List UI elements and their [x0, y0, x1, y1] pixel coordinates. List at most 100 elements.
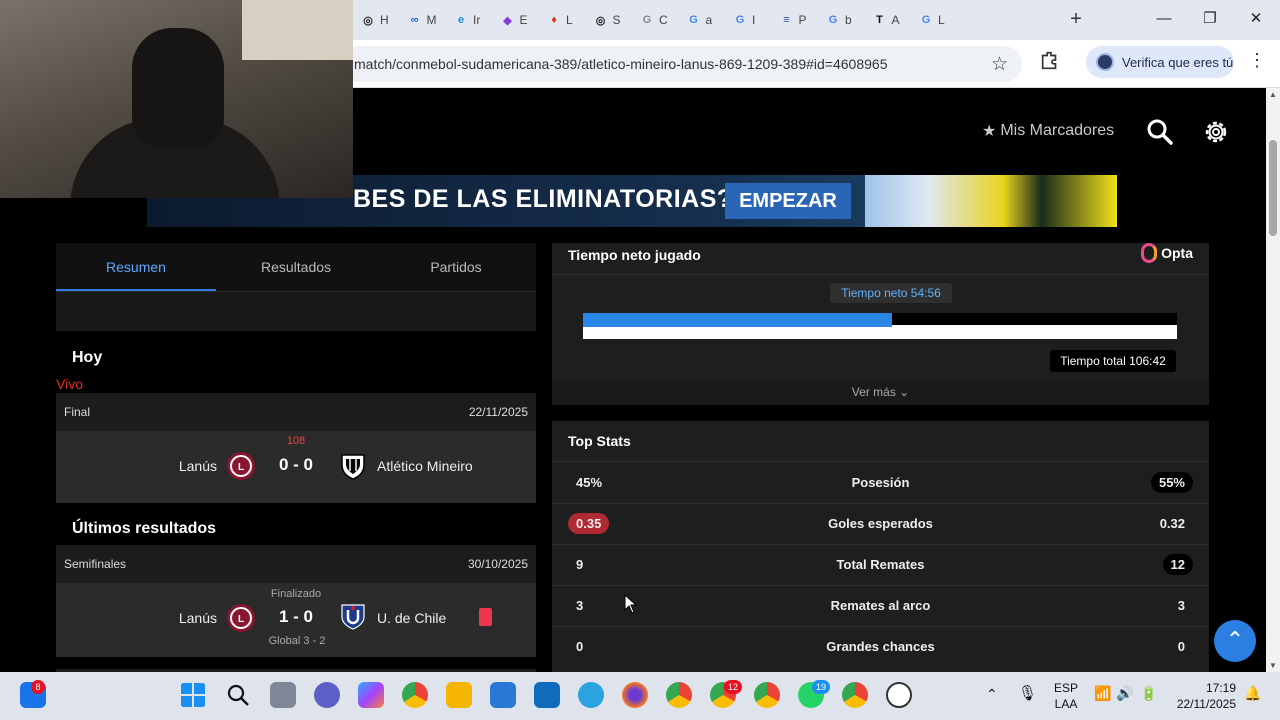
- stat-away-value: 3: [1177, 598, 1185, 613]
- tab-partidos[interactable]: Partidos: [376, 243, 536, 291]
- chrome-profile-3-icon[interactable]: [754, 682, 780, 708]
- browser-tab[interactable]: GI: [732, 8, 772, 32]
- today-match-header: Final 22/11/2025: [56, 393, 536, 431]
- browser-tab[interactable]: ♦ L: [546, 8, 586, 32]
- tab-resumen[interactable]: Resumen: [56, 243, 216, 291]
- chrome-badge: 12: [724, 680, 742, 694]
- obs-icon[interactable]: [886, 682, 912, 708]
- scroll-to-top-button[interactable]: ⌃: [1214, 620, 1256, 662]
- extensions-icon[interactable]: [1038, 50, 1062, 74]
- tab-label: P: [798, 13, 807, 27]
- store-icon[interactable]: [490, 682, 516, 708]
- mis-marcadores-link[interactable]: ★ Mis Marcadores: [982, 121, 1114, 141]
- tab-resultados[interactable]: Resultados: [216, 243, 376, 291]
- match-date: 22/11/2025: [468, 405, 528, 419]
- away-team-name: Atlético Mineiro: [377, 458, 473, 474]
- screen: ◎ H ∞ Me Ir ◆ E ♦ L ◎ S G C Ga G I ≡ P Gb T A G L + — ❐ ✕ matc…: [0, 0, 1280, 720]
- new-tab-button[interactable]: +: [1066, 8, 1086, 32]
- teams-icon[interactable]: [314, 682, 340, 708]
- u-de-chile-crest-icon: [341, 604, 365, 630]
- tray-chevron-icon[interactable]: ⌃: [986, 686, 998, 703]
- tab-favicon-icon: ◎: [595, 14, 606, 27]
- webcam-person-head: [132, 28, 224, 148]
- global-score: Global 3 - 2: [268, 635, 326, 647]
- browser-tab[interactable]: e Ir: [453, 8, 493, 32]
- clock-date: 22/11/2025: [1176, 697, 1236, 711]
- browser-tab[interactable]: Gb: [825, 8, 865, 32]
- file-explorer-icon[interactable]: [446, 682, 472, 708]
- mis-marcadores-label: Mis Marcadores: [1000, 122, 1115, 139]
- opta-label: Opta: [1161, 245, 1193, 261]
- bookmark-star-icon[interactable]: ☆: [991, 53, 1008, 76]
- gear-icon[interactable]: [1202, 118, 1230, 146]
- profile-verify-button[interactable]: Verifica que eres tú: [1086, 46, 1234, 78]
- stage-label: Final: [64, 405, 91, 419]
- browser-tab[interactable]: ◎ H: [360, 8, 400, 32]
- notification-bell-icon[interactable]: 🔔: [1244, 685, 1261, 702]
- outlook-icon[interactable]: [534, 682, 560, 708]
- home-team-name: Lanús: [178, 610, 217, 626]
- maximize-button[interactable]: ❐: [1192, 6, 1228, 32]
- tab-label: E: [519, 13, 528, 27]
- tab-label: b: [845, 13, 852, 27]
- browser-tab[interactable]: ◆ E: [500, 8, 540, 32]
- wifi-icon[interactable]: 📶: [1094, 685, 1111, 702]
- scroll-thumb[interactable]: [1269, 140, 1277, 236]
- volume-icon[interactable]: 🔊: [1116, 685, 1133, 702]
- search-taskbar-icon[interactable]: [225, 682, 251, 708]
- battery-icon[interactable]: 🔋: [1140, 685, 1157, 702]
- chrome-icon[interactable]: [402, 682, 428, 708]
- last-match-row[interactable]: Finalizado Lanús L 1 - 0 U. de Chile Glo…: [56, 583, 536, 657]
- banner-cta-button[interactable]: EMPEZAR: [725, 183, 851, 219]
- clock[interactable]: 17:19 22/11/2025: [1172, 680, 1236, 712]
- firefox-icon[interactable]: [622, 682, 648, 708]
- divider: [552, 274, 1209, 275]
- banner-players-image: [865, 175, 1117, 227]
- tab-favicon-icon: G: [735, 14, 745, 26]
- atletico-mineiro-crest-icon: [341, 454, 365, 480]
- task-view-icon[interactable]: [270, 682, 296, 708]
- net-time-title: Tiempo neto jugado: [568, 247, 701, 263]
- page-scrollbar[interactable]: ▲ ▼: [1266, 88, 1280, 672]
- telegram-icon[interactable]: [578, 682, 604, 708]
- browser-tab[interactable]: Ga: [686, 8, 726, 32]
- ver-mas-button[interactable]: Ver más ⌄: [552, 380, 1209, 405]
- browser-tab[interactable]: ∞ M: [407, 8, 447, 32]
- close-window-button[interactable]: ✕: [1238, 6, 1274, 32]
- browser-tab[interactable]: GC: [639, 8, 679, 32]
- tab-label: L: [938, 13, 945, 27]
- browser-menu-icon[interactable]: ⋮: [1248, 50, 1266, 71]
- scroll-down-arrow[interactable]: ▼: [1268, 661, 1278, 670]
- away-team-name: U. de Chile: [377, 610, 447, 626]
- verify-label: Verifica que eres tú: [1122, 54, 1234, 70]
- tab-label: Ir: [473, 13, 481, 27]
- stat-row: 3 Remates al arco 3: [552, 585, 1209, 626]
- tab-favicon-icon: T: [876, 14, 883, 26]
- copilot-icon[interactable]: [358, 682, 384, 708]
- scroll-up-arrow[interactable]: ▲: [1268, 90, 1278, 99]
- stat-label: Grandes chances: [826, 639, 935, 654]
- minimize-button[interactable]: —: [1146, 6, 1182, 32]
- chrome-profile-1-icon[interactable]: [666, 682, 692, 708]
- tab-favicon-icon: G: [689, 14, 698, 26]
- browser-tab[interactable]: TA: [872, 8, 912, 32]
- windows-taskbar: 8 12 19 ⌃ 🎙 ESP LAA 📶 🔊 🔋 17:19 22/11/20…: [0, 672, 1280, 720]
- browser-tab[interactable]: ≡ P: [779, 8, 819, 32]
- browser-tab[interactable]: ◎ S: [593, 8, 633, 32]
- chrome-profile-4-icon[interactable]: [842, 682, 868, 708]
- language-indicator[interactable]: ESP LAA: [1054, 680, 1078, 712]
- search-icon[interactable]: [1146, 118, 1174, 146]
- tab-label: I: [752, 13, 756, 27]
- ultimos-resultados-title: Últimos resultados: [72, 520, 217, 537]
- top-stats-title: Top Stats: [568, 433, 631, 449]
- url-text[interactable]: match/conmebol-sudamericana-389/atletico…: [354, 56, 888, 72]
- layout-code: LAA: [1054, 697, 1078, 711]
- tab-favicon-icon: ◆: [503, 14, 512, 27]
- stat-label: Posesión: [851, 475, 910, 490]
- start-windows-icon[interactable]: [180, 682, 206, 708]
- address-bar[interactable]: match/conmebol-sudamericana-389/atletico…: [340, 46, 1022, 82]
- today-match-row[interactable]: 108 Lanús L 0 - 0 Atlético Mineiro: [56, 431, 536, 503]
- home-team-name: Lanús: [178, 458, 217, 474]
- microphone-icon[interactable]: 🎙: [1018, 684, 1037, 702]
- browser-tab[interactable]: GL: [918, 8, 958, 32]
